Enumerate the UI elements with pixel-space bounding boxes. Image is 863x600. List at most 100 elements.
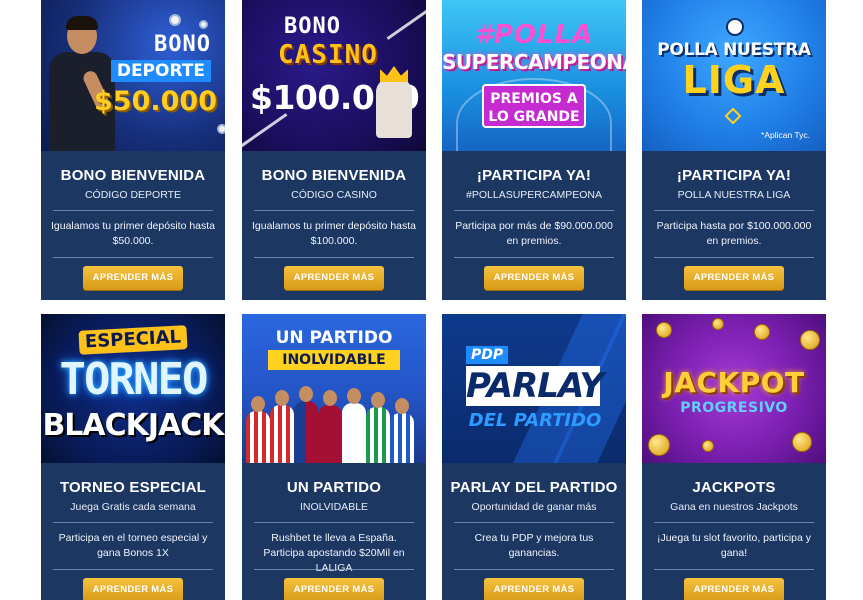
divider	[254, 569, 414, 570]
divider	[254, 257, 414, 258]
banner-headline: POLLA NUESTRA	[657, 40, 811, 60]
card-description: Participa hasta por $100.000.000 en prem…	[656, 220, 812, 247]
card-subtitle: POLLA NUESTRA LIGA	[677, 189, 791, 201]
banner-subheadline: DEPORTE	[110, 60, 211, 82]
divider	[654, 257, 814, 258]
promo-card-jackpots: JACKPOT PROGRESIVO JACKPOTS Gana en nues…	[642, 314, 826, 600]
coin-icon	[648, 434, 670, 456]
card-description: Rushbet te lleva a España. Participa apo…	[263, 532, 405, 574]
banner-subheadline: LIGA	[682, 58, 786, 102]
divider	[53, 210, 213, 211]
diamond-icon	[724, 107, 742, 125]
promo-banner-polla-nuestra-liga[interactable]: POLLA NUESTRA LIGA *Aplican Tyc.	[642, 0, 826, 151]
divider	[53, 522, 213, 523]
banner-headline: UN PARTIDO	[275, 328, 393, 348]
card-subtitle: INOLVIDABLE	[299, 501, 369, 513]
banner-tag: PDP	[466, 346, 509, 364]
card-description: Igualamos tu primer depósito hasta $50.0…	[51, 220, 216, 247]
divider	[454, 210, 614, 211]
promo-banner-bono-deporte[interactable]: BONO DEPORTE $50.000	[41, 0, 225, 151]
soccer-ball-icon	[726, 18, 744, 36]
learn-more-button[interactable]: APRENDER MÁS	[83, 266, 183, 290]
promo-card-un-partido: UN PARTIDO INOLVIDABLE UN PARTIDO INOLVI…	[242, 314, 426, 600]
card-title: ¡PARTICIPA YA!	[676, 167, 792, 184]
card-subtitle: CÓDIGO CASINO	[291, 189, 377, 201]
card-subtitle: CÓDIGO DEPORTE	[84, 189, 182, 201]
promo-banner-parlay-del-partido[interactable]: PDP PARLAY DEL PARTIDO	[442, 314, 626, 463]
decorative-streak	[242, 113, 288, 150]
promo-card-bono-deporte: BONO DEPORTE $50.000 BONO BIENVENIDA CÓD…	[41, 0, 225, 300]
learn-more-button[interactable]: APRENDER MÁS	[684, 266, 784, 290]
promo-card-torneo-especial: ESPECIAL TORNEO BLACKJACK TORNEO ESPECIA…	[41, 314, 225, 600]
promo-card-parlay-del-partido: PDP PARLAY DEL PARTIDO PARLAY DEL PARTID…	[442, 314, 626, 600]
player-figure	[270, 405, 294, 463]
promo-banner-torneo-blackjack[interactable]: ESPECIAL TORNEO BLACKJACK	[41, 314, 225, 463]
banner-headline: #POLLA	[474, 20, 594, 50]
card-subtitle: Gana en nuestros Jackpots	[670, 501, 798, 513]
player-figure	[390, 413, 414, 463]
decorative-streak	[386, 3, 426, 40]
player-head	[299, 386, 313, 402]
learn-more-button[interactable]: APRENDER MÁS	[684, 578, 784, 600]
card-title: ¡PARTICIPA YA!	[476, 167, 592, 184]
promo-card-polla-supercampeona: #POLLA SUPERCAMPEONA PREMIOS A LO GRANDE…	[442, 0, 626, 300]
learn-more-button[interactable]: APRENDER MÁS	[83, 578, 183, 600]
card-subtitle: Juega Gratis cada semana	[70, 501, 196, 513]
terms-note: *Aplican Tyc.	[761, 130, 810, 140]
player-head	[275, 390, 289, 406]
banner-prize-box: PREMIOS A LO GRANDE	[482, 84, 586, 128]
card-subtitle: #POLLASUPERCAMPEONA	[466, 189, 602, 201]
card-title: UN PARTIDO	[286, 479, 382, 496]
banner-subheadline: BLACKJACK	[42, 408, 224, 443]
banner-subheadline: PROGRESIVO	[680, 400, 788, 416]
banner-headline: BONO	[284, 14, 341, 39]
divider	[454, 569, 614, 570]
divider	[53, 569, 213, 570]
banner-subheadline: DEL PARTIDO	[468, 410, 602, 431]
promo-card-bono-casino: BONO CASINO $100.000 BONO BIENVENIDA CÓD…	[242, 0, 426, 300]
divider	[454, 522, 614, 523]
learn-more-button[interactable]: APRENDER MÁS	[284, 578, 384, 600]
card-description: Igualamos tu primer depósito hasta $100.…	[252, 220, 417, 247]
soccer-ball-icon	[217, 124, 225, 134]
banner-subheadline: CASINO	[278, 40, 378, 70]
player-figure	[366, 407, 390, 463]
promo-banner-un-partido-inolvidable[interactable]: UN PARTIDO INOLVIDABLE	[242, 314, 426, 463]
coin-icon	[712, 318, 724, 330]
banner-headline: JACKPOT	[663, 366, 805, 399]
coin-icon	[702, 440, 714, 452]
promo-card-polla-nuestra-liga: POLLA NUESTRA LIGA *Aplican Tyc. ¡PARTIC…	[642, 0, 826, 300]
player-head	[395, 398, 409, 414]
divider	[654, 522, 814, 523]
banner-headline: TORNEO	[59, 354, 209, 405]
coin-icon	[800, 330, 820, 350]
athlete-figure	[49, 16, 115, 151]
banner-amount: $50.000	[94, 86, 217, 117]
promo-banner-polla-supercampeona[interactable]: #POLLA SUPERCAMPEONA PREMIOS A LO GRANDE	[442, 0, 626, 151]
card-title: JACKPOTS	[692, 479, 776, 496]
divider	[654, 569, 814, 570]
learn-more-button[interactable]: APRENDER MÁS	[484, 578, 584, 600]
player-figure	[318, 405, 342, 463]
divider	[53, 257, 213, 258]
divider	[454, 257, 614, 258]
coin-icon	[656, 322, 672, 338]
banner-subheadline: SUPERCAMPEONA	[442, 50, 626, 74]
card-title: TORNEO ESPECIAL	[59, 479, 207, 496]
crown-icon	[380, 66, 408, 82]
card-description: Participa por más de $90.000.000 en prem…	[455, 220, 613, 247]
learn-more-button[interactable]: APRENDER MÁS	[284, 266, 384, 290]
promo-banner-jackpot-progresivo[interactable]: JACKPOT PROGRESIVO	[642, 314, 826, 463]
soccer-ball-icon	[169, 14, 181, 26]
promo-banner-bono-casino[interactable]: BONO CASINO $100.000	[242, 0, 426, 151]
player-head	[323, 390, 337, 406]
learn-more-button[interactable]: APRENDER MÁS	[484, 266, 584, 290]
card-description: Crea tu PDP y mejora tus ganancias.	[474, 532, 594, 559]
player-head	[371, 392, 385, 408]
player-figure	[342, 403, 366, 463]
coin-icon	[754, 324, 770, 340]
card-description: Participa en el torneo especial y gana B…	[58, 532, 208, 559]
card-title: PARLAY DEL PARTIDO	[450, 479, 618, 496]
divider	[254, 522, 414, 523]
divider	[654, 210, 814, 211]
